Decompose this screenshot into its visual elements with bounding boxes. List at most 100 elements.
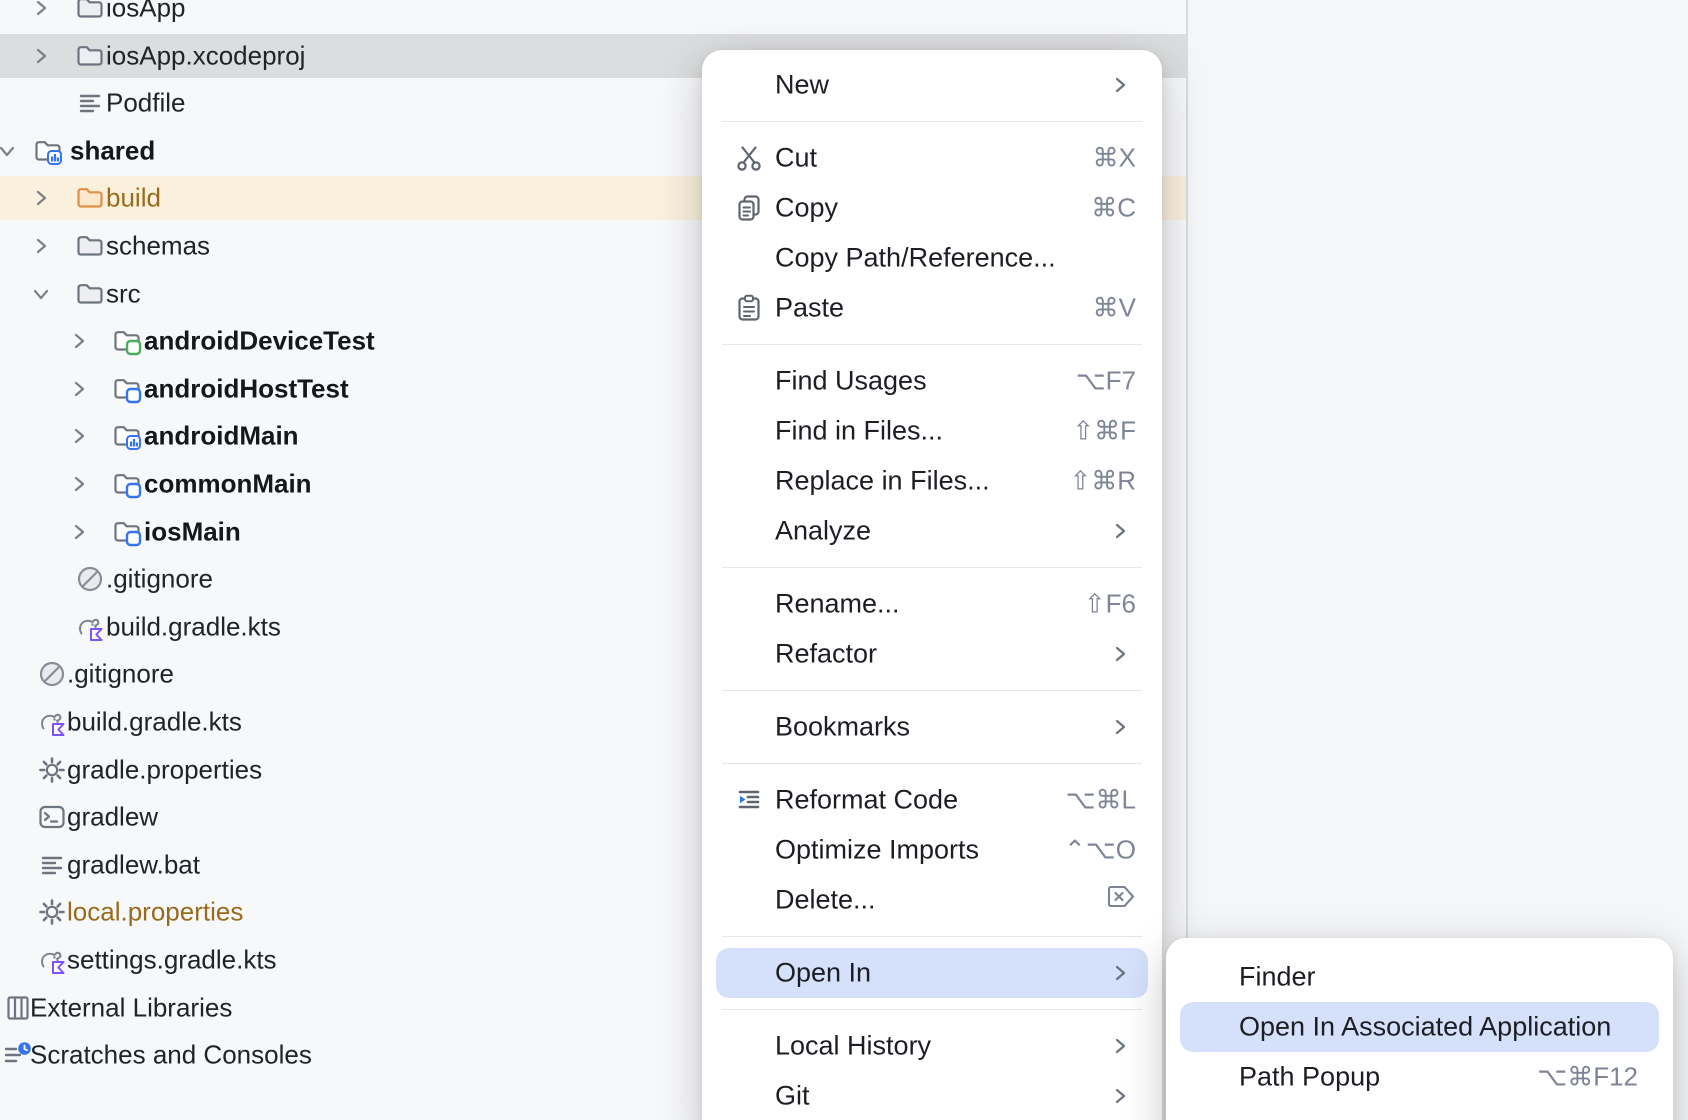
menu-item-shortcut: ⌥⌘F12 [1537,1062,1638,1093]
tree-item-label: build [106,183,161,214]
folder-source-icon [111,516,143,548]
menu-item-shortcut: ⌃⌥O [1064,835,1136,866]
chevron-right-icon[interactable] [30,0,52,19]
menu-item-label: Replace in Files... [775,466,990,497]
folder-icon [74,278,106,310]
menu-item-label: Find Usages [775,366,927,397]
menu-separator [722,121,1142,122]
menu-item-replace-in-files[interactable]: Replace in Files...⇧⌘R [716,456,1148,506]
submenu-arrow-icon [1110,714,1130,740]
menu-item-label: Git [775,1081,810,1112]
tree-item-label: build.gradle.kts [106,611,281,642]
tree-item-label: .gitignore [106,564,213,595]
chevron-right-icon[interactable] [30,187,52,209]
submenu-arrow-icon [1110,960,1130,986]
chevron-right-icon[interactable] [68,378,90,400]
menu-item-new[interactable]: New [716,60,1148,110]
menu-item-label: Paste [775,293,844,324]
chevron-right-icon[interactable] [30,45,52,67]
folder-icon [74,0,106,24]
tree-item-label: build.gradle.kts [67,707,242,738]
menu-item-shortcut: ⌥F7 [1076,366,1136,397]
folder-icon [74,230,106,262]
folder-source-icon [111,468,143,500]
menu-item-analyze[interactable]: Analyze [716,506,1148,556]
tree-item-iosapp[interactable]: iosApp [0,0,1186,30]
gradle-kts-icon [74,611,106,643]
gradle-kts-icon [36,944,68,976]
chevron-right-icon[interactable] [68,521,90,543]
menu-item-find-in-files[interactable]: Find in Files...⇧⌘F [716,406,1148,456]
submenu-arrow-icon [1110,1083,1130,1109]
menu-item-label: Path Popup [1239,1062,1380,1093]
menu-item-local-history[interactable]: Local History [716,1021,1148,1071]
menu-item-open-in[interactable]: Open In [716,948,1148,998]
menu-item-copy-path-reference[interactable]: Copy Path/Reference... [716,233,1148,283]
chevron-right-icon[interactable] [30,235,52,257]
tree-item-label: local.properties [67,897,243,928]
menu-item-rename[interactable]: Rename... ⇧F6 [716,579,1148,629]
menu-item-label: Reformat Code [775,785,958,816]
menu-item-find-usages[interactable]: Find Usages ⌥F7 [716,356,1148,406]
submenu-arrow-icon [1110,518,1130,544]
paste-icon [732,291,766,325]
submenu-item-finder[interactable]: Finder [1180,952,1659,1002]
menu-item-paste[interactable]: Paste ⌘V [716,283,1148,333]
tree-item-label: External Libraries [30,992,232,1023]
menu-item-label: New [775,70,829,101]
menu-separator [722,344,1142,345]
menu-item-reformat-code[interactable]: Reformat Code ⌥⌘L [716,775,1148,825]
tree-item-label: iosMain [144,516,241,547]
menu-item-label: Optimize Imports [775,835,979,866]
menu-item-label: Copy Path/Reference... [775,243,1056,274]
tree-item-label: gradlew [67,802,158,833]
menu-separator [722,690,1142,691]
tree-item-label: androidDeviceTest [144,326,375,357]
submenu-arrow-icon [1110,72,1130,98]
menu-item-label: Local History [775,1031,931,1062]
menu-item-label: Analyze [775,516,871,547]
menu-separator [722,1009,1142,1010]
menu-item-git[interactable]: Git [716,1071,1148,1120]
menu-item-shortcut: ⌥⌘L [1066,785,1136,816]
menu-separator [722,763,1142,764]
submenu-arrow-icon [1110,641,1130,667]
ide-screen: iosApp iosApp.xcodeproj Podfile shared b… [0,0,1688,1120]
terminal-icon [36,801,68,833]
tree-item-label: settings.gradle.kts [67,945,277,976]
gear-icon [36,896,68,928]
menu-item-delete[interactable]: Delete... [716,875,1148,925]
menu-item-cut[interactable]: Cut⌘X [716,133,1148,183]
menu-item-optimize-imports[interactable]: Optimize Imports ⌃⌥O [716,825,1148,875]
menu-item-label: Rename... [775,589,900,620]
folder-source-icon [111,373,143,405]
menu-item-shortcut: ⌘V [1093,293,1136,324]
menu-item-refactor[interactable]: Refactor [716,629,1148,679]
chevron-right-icon[interactable] [68,330,90,352]
tree-item-label: .gitignore [67,659,174,690]
menu-item-label: Copy [775,193,838,224]
menu-item-label: Delete... [775,885,876,916]
folder-excluded-icon [74,182,106,214]
submenu-item-open-in-associated-application[interactable]: Open In Associated Application [1180,1002,1659,1052]
folder-module-icon [111,420,143,452]
menu-item-shortcut: ⇧F6 [1084,589,1136,620]
gear-icon [36,754,68,786]
copy-icon [732,191,766,225]
tree-item-label: gradlew.bat [67,849,200,880]
menu-item-shortcut: ⇧⌘F [1072,416,1136,447]
tree-item-label: androidHostTest [144,373,349,404]
folder-test-icon [111,325,143,357]
menu-item-label: Cut [775,143,817,174]
menu-item-label: Open In [775,958,871,989]
chevron-down-icon[interactable] [30,283,52,305]
menu-item-copy[interactable]: Copy⌘C [716,183,1148,233]
menu-item-label: Finder [1239,962,1316,993]
submenu-item-path-popup[interactable]: Path Popup ⌥⌘F12 [1180,1052,1659,1102]
menu-item-bookmarks[interactable]: Bookmarks [716,702,1148,752]
tree-item-label: androidMain [144,421,299,452]
chevron-right-icon[interactable] [68,425,90,447]
submenu-arrow-icon [1110,1033,1130,1059]
chevron-down-icon[interactable] [0,140,18,162]
chevron-right-icon[interactable] [68,473,90,495]
